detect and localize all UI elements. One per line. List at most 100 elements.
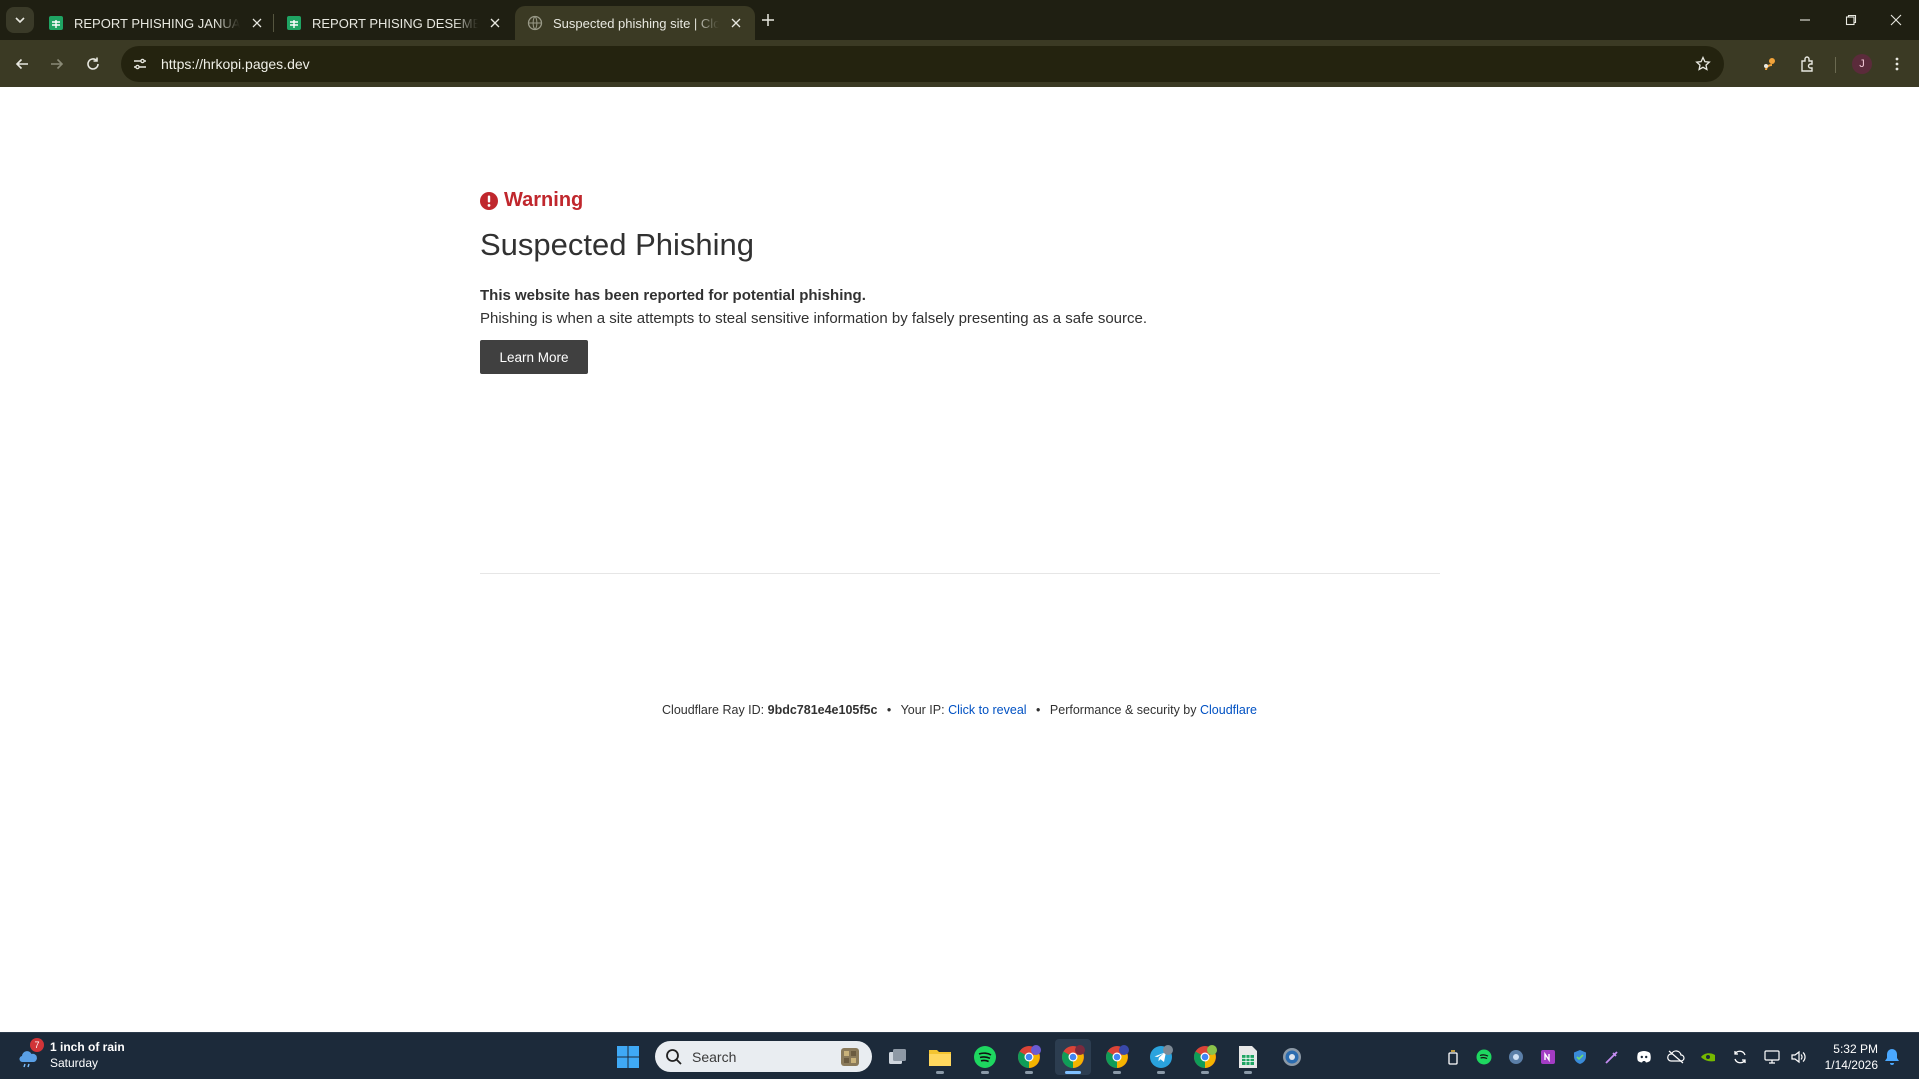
cloudflare-link[interactable]: Cloudflare: [1200, 703, 1257, 717]
avatar: J: [1852, 54, 1872, 74]
chrome-icon: [1106, 1045, 1129, 1068]
tab-strip: REPORT PHISHING JANUARI 2026 REPORT PHIS…: [0, 0, 1919, 40]
settings-button[interactable]: [1274, 1039, 1310, 1075]
search-placeholder: Search: [692, 1048, 737, 1065]
bookmark-button[interactable]: [1692, 53, 1714, 75]
spotify-icon: [974, 1046, 996, 1068]
tray-network-icon[interactable]: [1762, 1047, 1782, 1067]
extensions-button[interactable]: [1793, 49, 1823, 79]
clock-time: 5:32 PM: [1833, 1042, 1878, 1056]
close-icon[interactable]: [486, 14, 504, 32]
reveal-ip-link[interactable]: Click to reveal: [948, 703, 1027, 717]
gear-icon: [1283, 1048, 1301, 1066]
sheets-icon: [49, 16, 63, 30]
tab-report-januari[interactable]: REPORT PHISHING JANUARI 2026: [36, 6, 276, 40]
spotify-button[interactable]: [967, 1039, 1003, 1075]
task-view-icon: [889, 1049, 906, 1064]
tab-title: Suspected phishing site | Cloudflare: [553, 15, 719, 31]
telegram-icon: [1150, 1045, 1173, 1068]
close-icon[interactable]: [248, 14, 266, 32]
tray-volume-icon[interactable]: [1788, 1047, 1808, 1067]
footer-separator: •: [886, 703, 892, 717]
weather-widget[interactable]: 7 1 inch of rain Saturday: [16, 1038, 125, 1071]
address-bar[interactable]: https://hrkopi.pages.dev: [121, 46, 1724, 82]
reload-button[interactable]: [78, 49, 108, 79]
tab-search-button[interactable]: [6, 7, 34, 33]
chrome-profile-extra-button[interactable]: [1187, 1039, 1223, 1075]
page-title: Suspected Phishing: [480, 227, 755, 262]
sheets-app-button[interactable]: [1230, 1039, 1266, 1075]
plus-icon: [762, 14, 774, 26]
tray-nvidia-icon[interactable]: [1698, 1047, 1718, 1067]
sheets-icon: [287, 16, 301, 30]
tray-spotify-icon[interactable]: [1474, 1047, 1494, 1067]
folder-icon: [929, 1050, 951, 1066]
taskbar-search[interactable]: Search: [655, 1041, 872, 1072]
tab-title: REPORT PHISHING JANUARI 2026: [74, 15, 240, 31]
extension-button[interactable]: [1755, 49, 1785, 79]
page-content: Warning Suspected Phishing This website …: [0, 87, 1919, 1032]
chrome-profile-j-button[interactable]: [1055, 1039, 1091, 1075]
tab-suspected-phishing[interactable]: Suspected phishing site | Cloudflare: [515, 6, 755, 40]
system-clock[interactable]: 5:32 PM 1/14/2026: [1810, 1041, 1878, 1073]
arrow-right-icon: [51, 58, 64, 70]
exclamation-circle-icon: [480, 191, 498, 210]
tray-discord-icon[interactable]: [1634, 1047, 1654, 1067]
tray-hotspot-icon[interactable]: [1443, 1047, 1463, 1067]
footer-separator: •: [1036, 703, 1041, 717]
lead-text: This website has been reported for poten…: [480, 287, 866, 304]
close-window-button[interactable]: [1873, 0, 1919, 40]
weather-badge: 7: [30, 1038, 44, 1052]
reload-icon: [87, 57, 99, 70]
restore-button[interactable]: [1828, 0, 1874, 40]
chrome-icon: [1194, 1045, 1217, 1068]
tray-app-icon[interactable]: [1506, 1047, 1526, 1067]
forward-button[interactable]: [42, 49, 72, 79]
clock-date: 1/14/2026: [1824, 1058, 1878, 1072]
warning-heading: Warning: [480, 189, 583, 212]
puzzle-person-icon: [1764, 58, 1775, 71]
tab-report-desember[interactable]: REPORT PHISING DESEMBER 2025: [274, 6, 514, 40]
puzzle-icon: [1801, 56, 1813, 72]
divider: [480, 573, 1440, 574]
footer: Cloudflare Ray ID: 9bdc781e4e105f5c • Yo…: [0, 703, 1919, 717]
start-button[interactable]: [610, 1039, 646, 1075]
warning-label: Warning: [504, 189, 584, 211]
url-text[interactable]: https://hrkopi.pages.dev: [161, 56, 310, 72]
description-text: Phishing is when a site attempts to stea…: [480, 310, 1148, 327]
globe-icon: [527, 15, 543, 31]
chrome-icon: [1018, 1045, 1041, 1068]
tray-onenote-icon[interactable]: [1538, 1047, 1558, 1067]
search-highlight-icon: [841, 1048, 859, 1066]
minimize-button[interactable]: [1782, 0, 1828, 40]
telegram-button[interactable]: [1143, 1039, 1179, 1075]
menu-button[interactable]: [1882, 49, 1912, 79]
profile-button[interactable]: J: [1847, 49, 1877, 79]
close-icon[interactable]: [727, 14, 745, 32]
ip-label: Your IP:: [900, 703, 945, 717]
rain-cloud-icon: 7: [16, 1038, 44, 1068]
tray-defender-icon[interactable]: [1570, 1047, 1590, 1067]
tune-icon: [134, 58, 146, 70]
tray-sync-icon[interactable]: [1730, 1047, 1750, 1067]
chrome-profile-m-button[interactable]: [1011, 1039, 1047, 1075]
weather-day: Saturday: [50, 1056, 99, 1070]
tray-pen-icon[interactable]: [1602, 1047, 1622, 1067]
learn-more-button[interactable]: Learn More: [480, 340, 588, 374]
more-vert-icon: [1895, 57, 1899, 71]
search-icon: [666, 1048, 682, 1065]
file-explorer-button[interactable]: [922, 1039, 958, 1075]
browser-toolbar: https://hrkopi.pages.dev J: [0, 40, 1919, 87]
tray-cloud-off-icon[interactable]: [1666, 1047, 1686, 1067]
chrome-profile-i-button[interactable]: [1099, 1039, 1135, 1075]
windows-taskbar: 7 1 inch of rain Saturday Search 5:32 PM…: [0, 1032, 1919, 1079]
new-tab-button[interactable]: [756, 8, 780, 32]
ray-id: 9bdc781e4e105f5c: [767, 703, 878, 717]
tab-title: REPORT PHISING DESEMBER 2025: [312, 15, 478, 31]
ray-label: Cloudflare Ray ID:: [662, 703, 765, 717]
notification-bell-icon[interactable]: [1882, 1047, 1902, 1067]
task-view-button[interactable]: [880, 1039, 916, 1075]
back-button[interactable]: [7, 49, 37, 79]
site-info-button[interactable]: [125, 49, 155, 79]
star-icon: [1695, 56, 1711, 71]
